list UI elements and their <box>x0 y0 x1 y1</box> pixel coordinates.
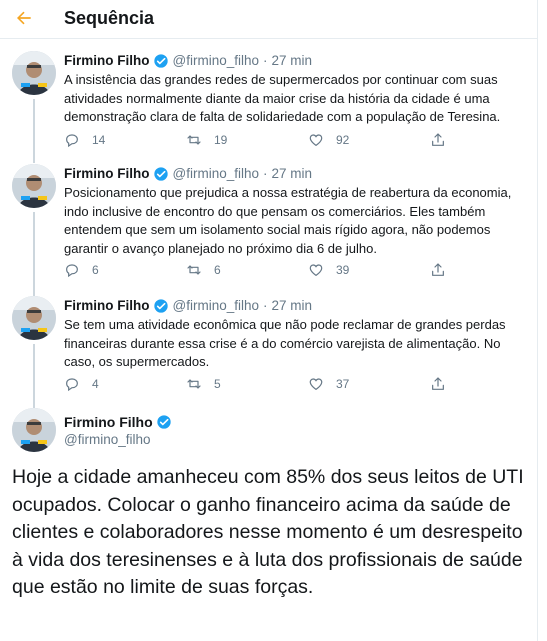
like-icon <box>309 264 323 277</box>
like-icon <box>309 378 323 391</box>
tweet-header: Firmino Filho @firmino_filho · 27 min <box>64 164 312 184</box>
tweet-actions: 14 19 92 <box>64 130 464 150</box>
retweet-count: 5 <box>214 377 221 391</box>
verified-badge-icon <box>156 414 172 430</box>
reply-icon <box>66 264 78 278</box>
like-count: 37 <box>336 377 350 391</box>
avatar[interactable] <box>12 408 56 452</box>
tweet-actions: 6 6 39 <box>64 260 464 280</box>
author-name[interactable]: Firmino Filho <box>64 414 153 430</box>
verified-badge-icon <box>153 53 169 69</box>
thread-tweet[interactable]: Firmino Filho @firmino_filho · 27 min A … <box>0 51 538 163</box>
header: Sequência <box>0 0 538 39</box>
share-button[interactable] <box>430 130 446 150</box>
tweet-actions: 4 5 37 <box>64 374 464 394</box>
avatar[interactable] <box>12 164 56 208</box>
retweet-count: 19 <box>214 133 228 147</box>
tweet-time[interactable]: 27 min <box>271 296 312 316</box>
reply-count: 14 <box>92 133 106 147</box>
like-count: 92 <box>336 133 350 147</box>
thread-line <box>33 344 35 408</box>
focus-tweet-text: Hoje a cidade amanheceu com 85% dos seus… <box>12 466 524 598</box>
tweet-text: Se tem uma atividade econômica que não p… <box>64 317 506 369</box>
back-button[interactable] <box>12 6 36 30</box>
thread-line <box>33 99 35 163</box>
reply-icon <box>66 134 78 148</box>
retweet-icon <box>187 265 201 275</box>
reply-button[interactable]: 4 <box>64 374 99 394</box>
reply-button[interactable]: 14 <box>64 130 105 150</box>
conversation-panel: Sequência Firmino Filho @firmino_filho ·… <box>0 0 538 641</box>
share-icon <box>432 133 444 146</box>
retweet-icon <box>187 135 201 145</box>
avatar[interactable] <box>12 51 56 95</box>
tweet-header: Firmino Filho @firmino_filho · 27 min <box>64 51 312 71</box>
tweet-header: Firmino Filho @firmino_filho · 27 min <box>64 296 312 316</box>
reply-button[interactable]: 6 <box>64 260 99 280</box>
tweet-time[interactable]: 27 min <box>271 164 312 184</box>
tweet-text: Posicionamento que prejudica a nossa est… <box>64 185 512 256</box>
thread-line <box>33 212 35 296</box>
separator-dot: · <box>262 166 268 181</box>
share-button[interactable] <box>430 374 446 394</box>
retweet-button[interactable]: 5 <box>186 374 221 394</box>
verified-badge-icon <box>153 298 169 314</box>
like-icon <box>309 134 323 147</box>
thread-tweet[interactable]: Firmino Filho @firmino_filho · 27 min Po… <box>0 164 538 296</box>
share-icon <box>432 263 444 276</box>
reply-count: 4 <box>92 377 99 391</box>
retweet-button[interactable]: 19 <box>186 130 227 150</box>
separator-dot: · <box>262 298 268 313</box>
retweet-icon <box>187 379 201 389</box>
author-handle[interactable]: @firmino_filho <box>64 432 150 447</box>
share-icon <box>432 377 444 390</box>
author-handle[interactable]: @firmino_filho <box>173 164 259 184</box>
tweet-time[interactable]: 27 min <box>271 51 312 71</box>
retweet-count: 6 <box>214 263 221 277</box>
page-title: Sequência <box>64 8 155 28</box>
like-button[interactable]: 37 <box>308 374 349 394</box>
focus-author: Firmino Filho <box>64 414 176 430</box>
reply-icon <box>66 378 78 392</box>
like-count: 39 <box>336 263 350 277</box>
author-name[interactable]: Firmino Filho <box>64 164 150 184</box>
author-name[interactable]: Firmino Filho <box>64 51 150 71</box>
tweet-text: A insistência das grandes redes de super… <box>64 72 501 124</box>
verified-badge-icon <box>153 166 169 182</box>
share-button[interactable] <box>430 260 446 280</box>
back-arrow-icon <box>17 11 31 25</box>
avatar[interactable] <box>12 296 56 340</box>
like-button[interactable]: 92 <box>308 130 349 150</box>
like-button[interactable]: 39 <box>308 260 349 280</box>
thread-tweet[interactable]: Firmino Filho @firmino_filho · 27 min Se… <box>0 296 538 408</box>
reply-count: 6 <box>92 263 99 277</box>
author-handle[interactable]: @firmino_filho <box>173 296 259 316</box>
retweet-button[interactable]: 6 <box>186 260 221 280</box>
author-name[interactable]: Firmino Filho <box>64 296 150 316</box>
author-handle[interactable]: @firmino_filho <box>173 51 259 71</box>
separator-dot: · <box>262 53 268 68</box>
